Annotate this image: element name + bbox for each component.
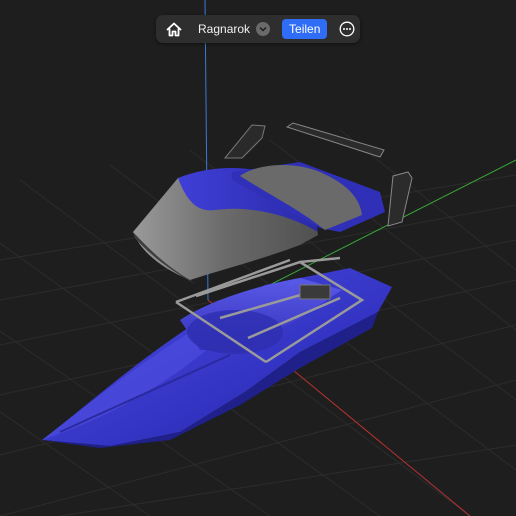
top-toolbar: Ragnarok Teilen (156, 15, 360, 43)
share-button[interactable]: Teilen (282, 19, 328, 39)
bracket-part (223, 124, 266, 159)
rail-part (285, 122, 385, 158)
ellipsis-circle-icon (339, 21, 355, 37)
3d-viewport[interactable] (0, 0, 516, 516)
boat-hull[interactable] (42, 268, 392, 448)
home-button[interactable] (156, 15, 192, 43)
title-dropdown-button[interactable] (256, 22, 271, 36)
side-panel-part (387, 171, 413, 227)
home-icon (166, 22, 182, 36)
document-title: Ragnarok (198, 22, 251, 36)
chevron-down-icon (259, 26, 267, 32)
more-options-button[interactable] (337, 19, 357, 39)
